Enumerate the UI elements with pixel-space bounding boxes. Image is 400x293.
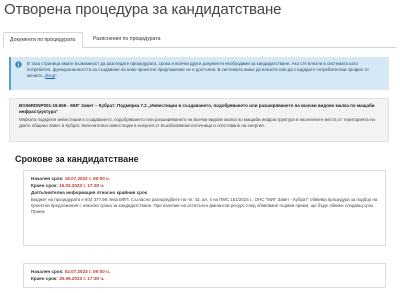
info-title: Допълнителна информация относно крайния … <box>31 189 148 195</box>
tab-documents[interactable]: Документи по процедурата <box>3 32 83 48</box>
end-date: 15.03.2023 г. 17:30 ч. <box>59 182 105 188</box>
start-date: 03.07.2023 г. 09:00 ч. <box>64 269 110 274</box>
deadline-description: Бюджет на процедурата е 604 377,98 лева … <box>31 197 378 215</box>
tabs-bar: Документи по процедурата Разяснения по п… <box>3 32 397 48</box>
page-title: Отворена процедура за кандидатстване <box>4 1 282 18</box>
start-row: Начален срок: 18.07.2022 г. 09:00 ч. <box>31 176 110 181</box>
end-row: Краен срок: 30.09.2023 г. 17:30 ч. <box>31 275 105 281</box>
start-date: 18.07.2022 г. 09:00 ч. <box>64 176 110 181</box>
procedure-description: Мярката подкрепя инвестиции в създаванет… <box>19 117 375 128</box>
procedure-box: BG06RDNP001-19.655 - МИГ Завет – Кубрат:… <box>9 98 389 142</box>
deadline-card: Начален срок: 03.07.2023 г. 09:00 ч. Кра… <box>23 263 386 288</box>
tab-clarifications[interactable]: Разяснения по процедурата <box>87 32 166 48</box>
start-row: Начален срок: 03.07.2023 г. 09:00 ч. <box>31 269 110 274</box>
deadline-card: Начален срок: 18.07.2022 г. 09:00 ч. Кра… <box>23 170 386 246</box>
login-link[interactable]: Вход <box>45 73 55 78</box>
info-alert: В таза страница имате възможност да разг… <box>9 57 389 90</box>
deadlines-heading: Срокове за кандидатстване <box>15 154 139 164</box>
info-main-text: В таза страница имате възможност да разг… <box>27 61 369 79</box>
procedure-title: BG06RDNP001-19.655 - МИГ Завет – Кубрат:… <box>19 103 375 114</box>
end-row: Краен срок: 15.03.2023 г. 17:30 ч. <box>31 182 105 188</box>
info-text: В таза страница имате възможност да разг… <box>27 61 369 79</box>
info-icon <box>15 61 22 68</box>
end-date: 30.09.2023 г. 17:30 ч. <box>59 275 105 281</box>
